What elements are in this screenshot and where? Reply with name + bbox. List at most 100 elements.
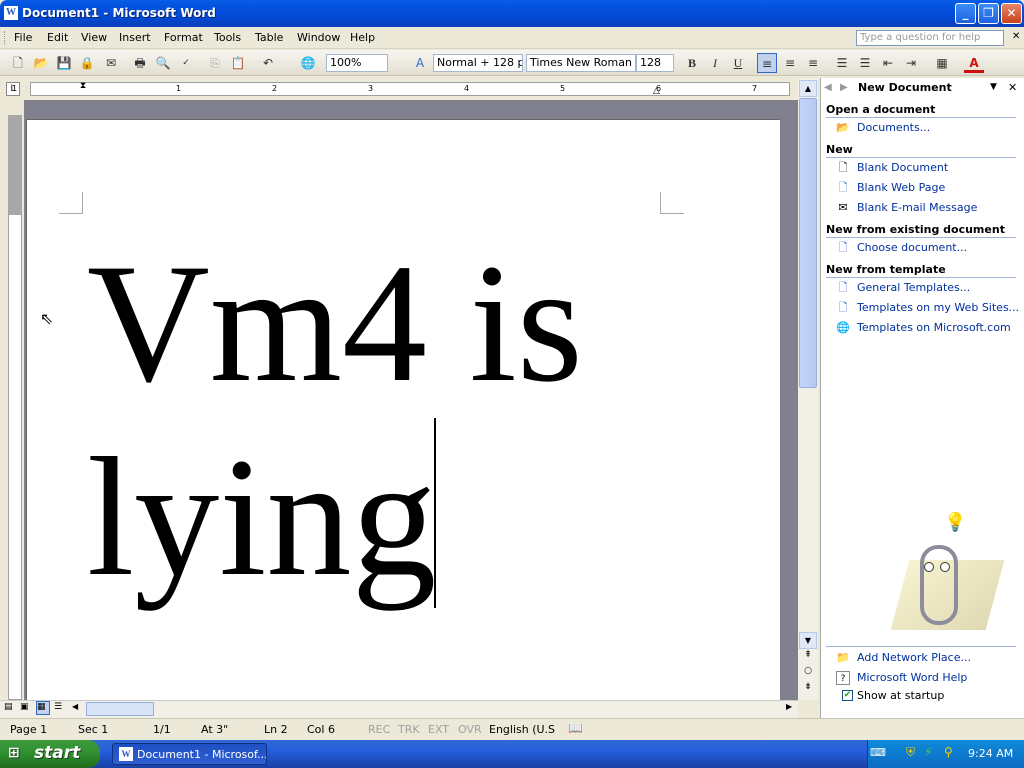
align-left-icon[interactable]: ≡ [757, 53, 777, 73]
document-text-line-2[interactable]: lying [87, 432, 436, 602]
border-icon[interactable]: ▦ [932, 53, 952, 73]
link-blank-web-page[interactable]: Blank Web Page [857, 181, 945, 194]
select-browse-object-icon[interactable]: ○ [799, 666, 817, 680]
menu-view[interactable]: View [81, 31, 107, 44]
word-app-icon[interactable]: W [4, 6, 18, 20]
document-page[interactable]: Vm4 is lying [26, 119, 780, 700]
previous-page-icon[interactable]: ⇞ [799, 650, 817, 664]
menu-edit[interactable]: Edit [47, 31, 68, 44]
font-select[interactable]: Times New Roman [526, 54, 636, 72]
menu-insert[interactable]: Insert [119, 31, 151, 44]
open-folder-icon[interactable]: 📂 [31, 53, 51, 73]
align-center-icon[interactable]: ≡ [780, 53, 800, 73]
start-button[interactable]: ⊞ start [0, 740, 100, 768]
link-add-network-place[interactable]: Add Network Place... [857, 651, 971, 664]
scroll-up-icon[interactable]: ▲ [799, 80, 817, 97]
document-text-line-1[interactable]: Vm4 is [87, 238, 583, 408]
undo-icon[interactable]: ↶ [258, 53, 278, 73]
blank-document-icon: 🗋 [838, 161, 848, 174]
font-color-icon[interactable]: A [964, 53, 984, 73]
bold-button[interactable]: B [682, 53, 702, 73]
zoom-select[interactable]: 100% [326, 54, 388, 72]
task-pane-close-icon[interactable]: ✕ [1008, 81, 1017, 94]
link-documents[interactable]: Documents... [857, 121, 930, 134]
task-pane-menu-icon[interactable]: ▼ [990, 82, 997, 92]
italic-button[interactable]: I [705, 53, 725, 73]
decrease-indent-icon[interactable]: ⇤ [878, 53, 898, 73]
back-arrow-icon[interactable]: ◀ [824, 82, 832, 93]
link-templates-microsoft[interactable]: Templates on Microsoft.com [857, 321, 1011, 334]
close-document-icon[interactable]: ✕ [1012, 31, 1020, 42]
status-ext[interactable]: EXT [428, 723, 449, 736]
forward-arrow-icon[interactable]: ▶ [840, 82, 848, 93]
link-word-help[interactable]: Microsoft Word Help [857, 671, 967, 684]
link-blank-email[interactable]: Blank E-mail Message [857, 201, 977, 214]
taskbar-word-window[interactable]: W Document1 - Microsof... [112, 743, 267, 765]
link-general-templates[interactable]: General Templates... [857, 281, 970, 294]
web-layout-view-icon[interactable]: ▣ [20, 702, 32, 714]
indent-marker-icon[interactable]: ⧗ [78, 81, 88, 99]
print-layout-view-icon[interactable]: ▦ [36, 701, 50, 715]
menu-table[interactable]: Table [255, 31, 283, 44]
next-page-icon[interactable]: ⇟ [799, 682, 817, 696]
normal-view-icon[interactable]: ▤ [4, 702, 16, 714]
horizontal-scroll-thumb[interactable] [86, 702, 154, 716]
minimize-button[interactable]: _ [955, 3, 976, 24]
menu-grip[interactable] [4, 31, 6, 45]
numbering-icon[interactable]: ☰ [832, 53, 852, 73]
link-blank-document[interactable]: Blank Document [857, 161, 948, 174]
underline-button[interactable]: U [728, 53, 748, 73]
ruler-number: 1 [176, 84, 182, 93]
font-size-select[interactable]: 128 [636, 54, 674, 72]
style-select[interactable]: Normal + 128 p [433, 54, 523, 72]
paste-icon[interactable]: 📋 [228, 53, 248, 73]
scroll-down-icon[interactable]: ▼ [799, 632, 817, 649]
status-rec[interactable]: REC [368, 723, 390, 736]
close-button[interactable]: ✕ [1001, 3, 1022, 24]
ruler-number: 2 [272, 84, 278, 93]
new-document-icon[interactable]: 🗋 [8, 53, 28, 73]
menu-window[interactable]: Window [297, 31, 340, 44]
keyboard-icon[interactable]: ⌨ [870, 746, 886, 759]
security-shield-icon[interactable]: ⛨ [906, 745, 915, 760]
print-icon[interactable]: 🖶 [130, 53, 150, 73]
network-icon[interactable]: ⚡ [924, 745, 932, 759]
styles-formatting-icon[interactable]: A [410, 53, 430, 73]
status-ovr[interactable]: OVR [458, 723, 482, 736]
help-icon: ? [836, 671, 850, 685]
show-startup-checkbox[interactable]: ✔ [842, 690, 853, 701]
status-trk[interactable]: TRK [398, 723, 420, 736]
link-choose-document[interactable]: Choose document... [857, 241, 967, 254]
menu-format[interactable]: Format [164, 31, 203, 44]
office-assistant-clippy[interactable] [920, 545, 958, 625]
menu-file[interactable]: File [14, 31, 32, 44]
spelling-icon[interactable]: ✓ [176, 53, 196, 73]
print-preview-icon[interactable]: 🔍 [153, 53, 173, 73]
link-templates-web-sites[interactable]: Templates on my Web Sites... [857, 301, 1019, 314]
copy-icon[interactable]: ⎘ [205, 53, 225, 73]
show-startup-label: Show at startup [857, 689, 945, 702]
ruler-scale[interactable] [30, 82, 790, 96]
increase-indent-icon[interactable]: ⇥ [901, 53, 921, 73]
scroll-right-icon[interactable]: ▶ [786, 702, 798, 714]
maximize-button[interactable]: ❐ [978, 3, 999, 24]
outline-view-icon[interactable]: ☰ [54, 702, 66, 714]
scroll-thumb[interactable] [799, 98, 817, 388]
lightbulb-icon[interactable]: 💡 [944, 512, 966, 533]
align-right-icon[interactable]: ≡ [803, 53, 823, 73]
right-indent-marker-icon[interactable]: △ [653, 86, 663, 96]
mouse-pointer-icon: ⇖ [40, 309, 54, 328]
save-icon[interactable]: 💾 [54, 53, 74, 73]
menu-tools[interactable]: Tools [214, 31, 241, 44]
permission-icon[interactable]: 🔒 [77, 53, 97, 73]
spelling-status-icon[interactable]: 📖 [568, 721, 583, 735]
status-language[interactable]: English (U.S [489, 723, 555, 736]
help-search-input[interactable]: Type a question for help [856, 30, 1004, 46]
scroll-left-icon[interactable]: ◀ [72, 702, 84, 714]
web-globe-icon[interactable]: 🌐 [298, 53, 318, 73]
menu-help[interactable]: Help [350, 31, 375, 44]
email-icon[interactable]: ✉ [101, 53, 121, 73]
bullets-icon[interactable]: ☰ [855, 53, 875, 73]
search-tray-icon[interactable]: ⚲ [944, 745, 953, 759]
clock[interactable]: 9:24 AM [968, 747, 1013, 760]
